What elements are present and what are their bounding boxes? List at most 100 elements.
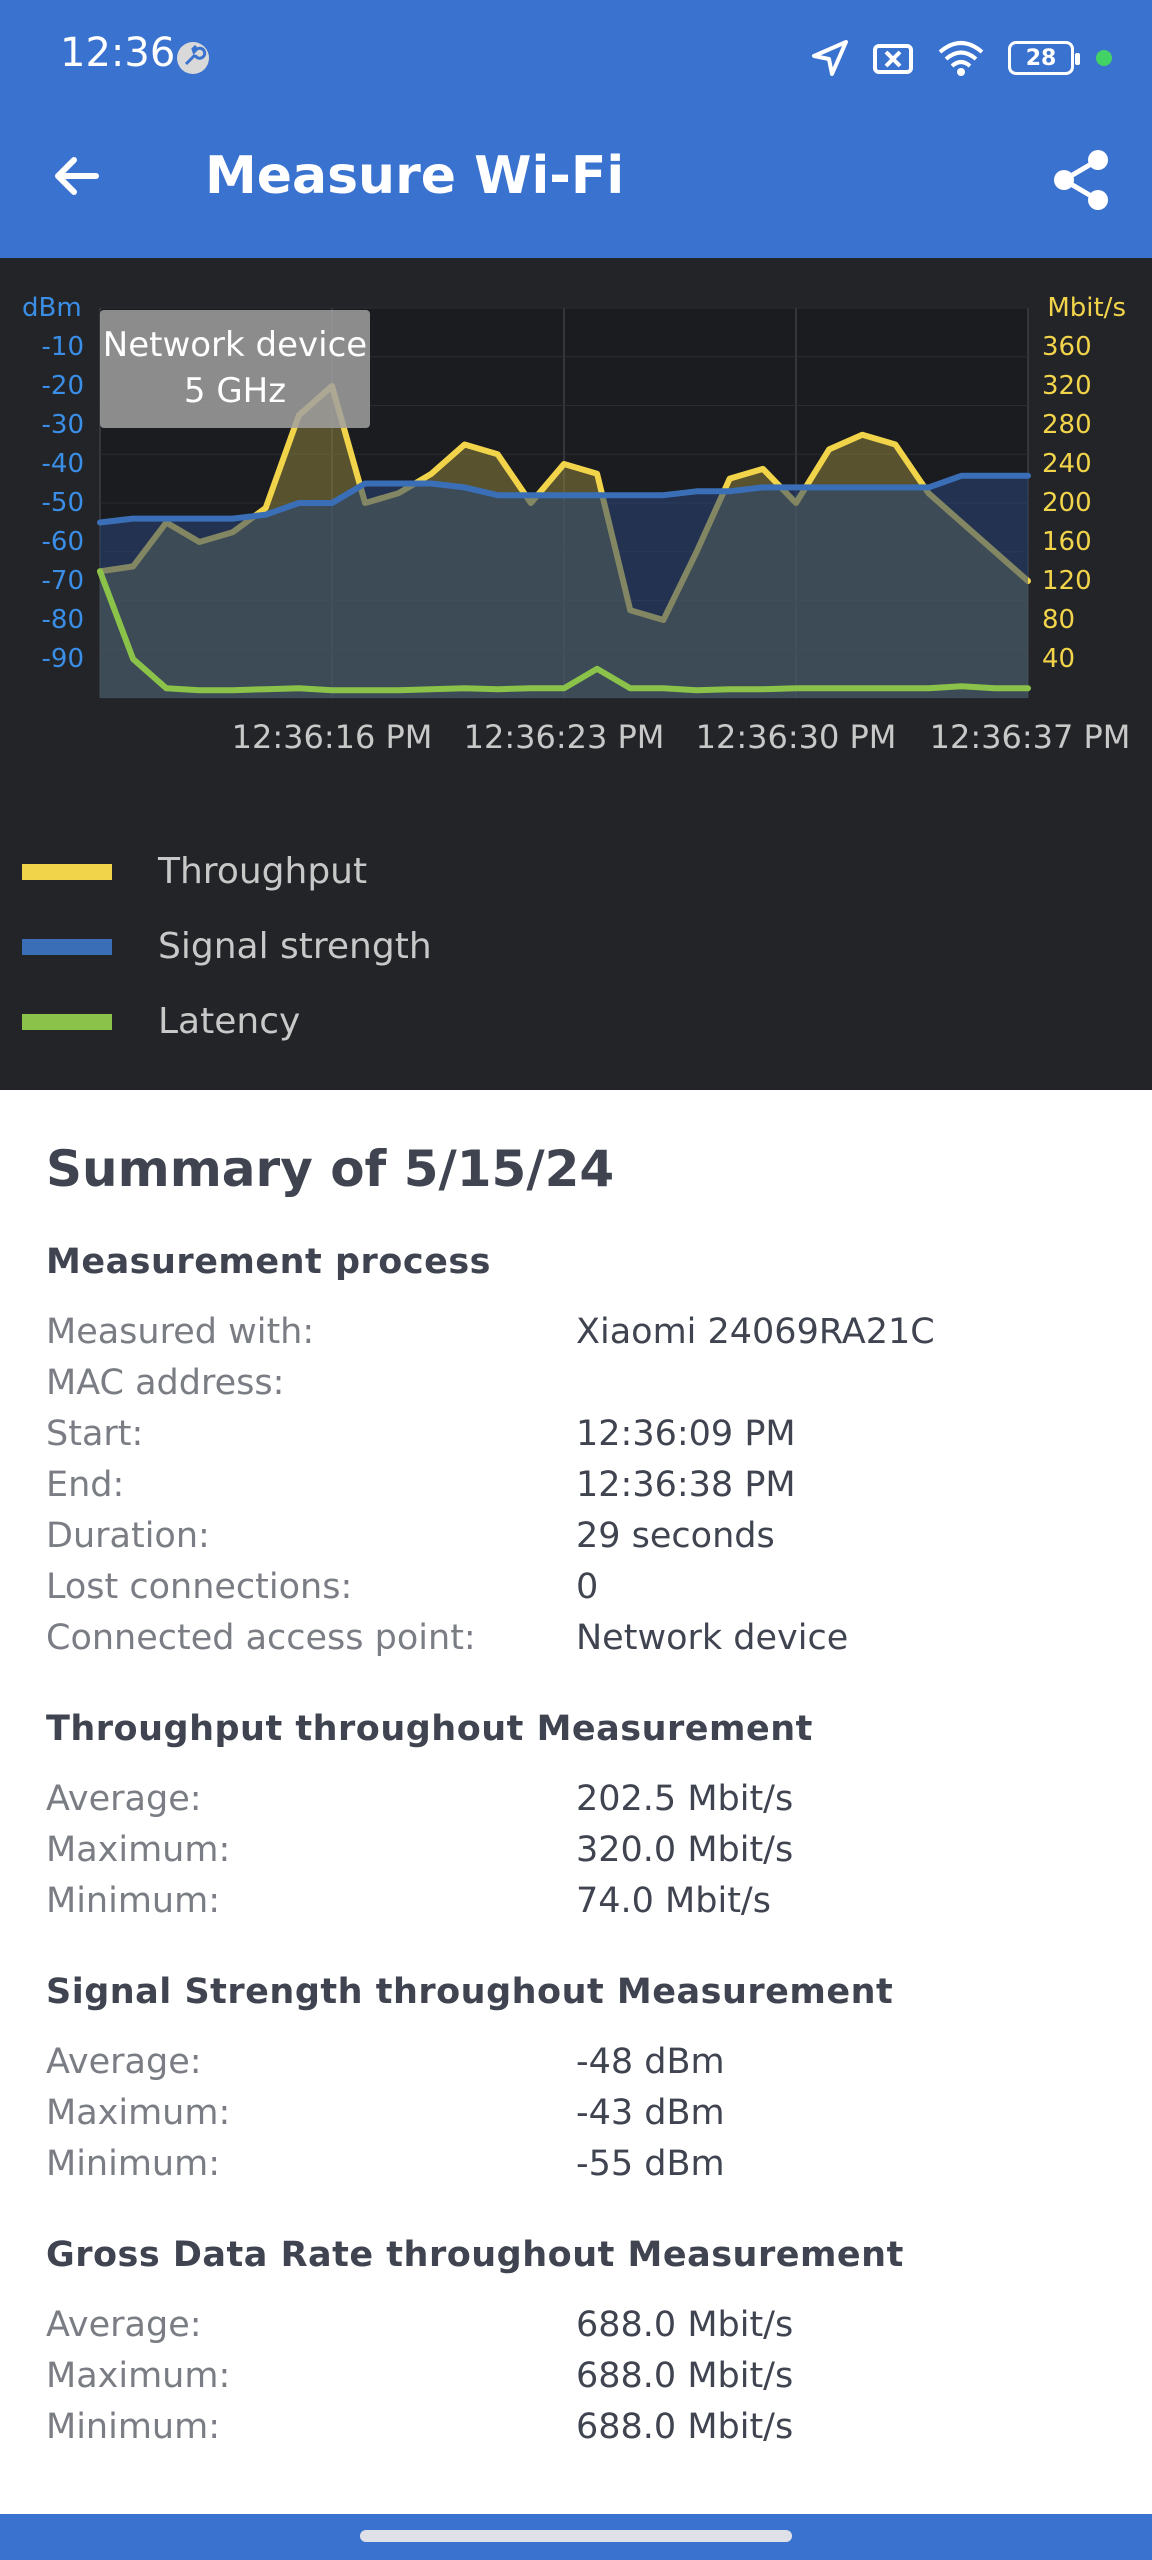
summary-row: MAC address:: [46, 1357, 1106, 1408]
summary-row: Connected access point: Network device: [46, 1612, 1106, 1663]
y-right-tick: 120: [1042, 566, 1092, 596]
chart-panel: dBm Mbit/s -10 -20 -30 -40 -50 -60 -70 -80 -90 360 3…: [0, 258, 1152, 1090]
y-left-tick: -30: [42, 410, 84, 440]
row-value: 12:36:09 PM: [576, 1413, 796, 1454]
summary-row: Lost connections: 0: [46, 1561, 1106, 1612]
row-label: Lost connections:: [46, 1566, 353, 1607]
row-value: 320.0 Mbit/s: [576, 1829, 794, 1870]
summary-row: Maximum: 320.0 Mbit/s: [46, 1824, 1106, 1875]
home-gesture-pill[interactable]: [360, 2530, 792, 2542]
legend-item-throughput: Throughput: [22, 834, 432, 909]
y-right-tick: 360: [1042, 332, 1092, 362]
app-header: 12:36 28 Measure Wi-Fi: [0, 0, 1152, 258]
y-left-tick: -60: [42, 527, 84, 557]
row-value: -55 dBm: [576, 2143, 725, 2184]
summary-row: Average: 688.0 Mbit/s: [46, 2299, 1106, 2350]
row-label: Start:: [46, 1413, 144, 1454]
y-left-tick: -20: [42, 371, 84, 401]
row-value: 688.0 Mbit/s: [576, 2304, 794, 2345]
row-label: Maximum:: [46, 1829, 231, 1870]
row-value: 202.5 Mbit/s: [576, 1778, 794, 1819]
y-left-tick: -40: [42, 449, 84, 479]
y-left-tick: -80: [42, 605, 84, 635]
tooltip-line2: 5 GHz: [183, 371, 287, 411]
y-right-tick: 280: [1042, 410, 1092, 440]
summary-panel: Summary of 5/15/24 Measurement process Me…: [46, 1140, 1106, 2498]
row-label: Minimum:: [46, 1880, 220, 1921]
privacy-dot: [1096, 50, 1112, 66]
row-label: Connected access point:: [46, 1617, 476, 1658]
row-label: Maximum:: [46, 2355, 231, 2396]
row-value: 29 seconds: [576, 1515, 775, 1556]
chart-legend: Throughput Signal strength Latency: [22, 834, 432, 1059]
y-right-tick: 320: [1042, 371, 1092, 401]
tooltip-line1: Network device: [102, 325, 368, 365]
x-tick: 12:36:30 PM: [696, 718, 897, 756]
summary-row: Minimum: 688.0 Mbit/s: [46, 2401, 1106, 2452]
section-title: Signal Strength throughout Measurement: [46, 1972, 894, 2012]
legend-item-signal-strength: Signal strength: [22, 909, 432, 984]
summary-row: Start: 12:36:09 PM: [46, 1408, 1106, 1459]
settings-status-icon: [177, 42, 209, 74]
section-title: Gross Data Rate throughout Measurement: [46, 2235, 904, 2275]
summary-title: Summary of 5/15/24: [46, 1140, 615, 1198]
section-rows: Average: -48 dBm Maximum: -43 dBm Minimum: -5…: [46, 2036, 1106, 2189]
legend-swatch: [22, 863, 112, 880]
row-label: End:: [46, 1464, 125, 1505]
sim-off-icon: [873, 44, 913, 74]
row-value: 0: [576, 1566, 599, 1607]
row-value: 12:36:38 PM: [576, 1464, 796, 1505]
summary-row: Measured with: Xiaomi 24069RA21C: [46, 1306, 1106, 1357]
y-left-tick: -90: [42, 644, 84, 674]
row-label: Average:: [46, 2304, 202, 2345]
summary-row: Average: -48 dBm: [46, 2036, 1106, 2087]
section-rows: Measured with: Xiaomi 24069RA21C MAC addre…: [46, 1306, 1106, 1663]
row-label: MAC address:: [46, 1362, 285, 1403]
summary-row: End: 12:36:38 PM: [46, 1459, 1106, 1510]
row-label: Maximum:: [46, 2092, 231, 2133]
row-value: -48 dBm: [576, 2041, 725, 2082]
y-right-tick: 40: [1042, 644, 1075, 674]
row-label: Average:: [46, 1778, 202, 1819]
row-value: 688.0 Mbit/s: [576, 2355, 794, 2396]
share-icon[interactable]: [1048, 146, 1116, 214]
legend-label: Throughput: [158, 851, 368, 892]
section-title: Throughput throughout Measurement: [46, 1709, 813, 1749]
summary-row: Maximum: 688.0 Mbit/s: [46, 2350, 1106, 2401]
summary-row: Minimum: -55 dBm: [46, 2138, 1106, 2189]
row-label: Minimum:: [46, 2406, 220, 2447]
y-left-tick: -70: [42, 566, 84, 596]
row-label: Minimum:: [46, 2143, 220, 2184]
legend-item-latency: Latency: [22, 984, 432, 1059]
x-tick: 12:36:16 PM: [232, 718, 433, 756]
page-title: Measure Wi-Fi: [205, 146, 625, 206]
y-right-axis-label: Mbit/s: [1047, 293, 1126, 323]
row-label: Duration:: [46, 1515, 210, 1556]
row-value: -43 dBm: [576, 2092, 725, 2133]
chart-tooltip: Network device 5 GHz: [100, 310, 370, 428]
y-right-tick: 200: [1042, 488, 1092, 518]
row-value: 74.0 Mbit/s: [576, 1880, 771, 1921]
y-right-tick: 160: [1042, 527, 1092, 557]
back-arrow-icon[interactable]: [44, 142, 112, 210]
legend-label: Latency: [158, 1001, 301, 1042]
status-icons: 28: [810, 36, 1112, 80]
legend-label: Signal strength: [158, 926, 432, 967]
x-tick: 12:36:37 PM: [930, 718, 1131, 756]
battery-icon: 28: [1008, 41, 1080, 75]
section-rows: Average: 688.0 Mbit/s Maximum: 688.0 Mbit/s…: [46, 2299, 1106, 2452]
row-value: 688.0 Mbit/s: [576, 2406, 794, 2447]
y-right-tick: 240: [1042, 449, 1092, 479]
y-left-tick: -50: [42, 488, 84, 518]
row-value: Xiaomi 24069RA21C: [576, 1311, 935, 1352]
section-rows: Average: 202.5 Mbit/s Maximum: 320.0 Mbit/s…: [46, 1773, 1106, 1926]
status-time: 12:36: [60, 30, 176, 76]
wifi-icon: [938, 41, 984, 76]
row-value: Network device: [576, 1617, 849, 1658]
battery-level: 28: [1025, 45, 1057, 71]
y-left-tick: -10: [42, 332, 84, 362]
summary-row: Maximum: -43 dBm: [46, 2087, 1106, 2138]
y-right-tick: 80: [1042, 605, 1075, 635]
summary-row: Average: 202.5 Mbit/s: [46, 1773, 1106, 1824]
legend-swatch: [22, 938, 112, 955]
